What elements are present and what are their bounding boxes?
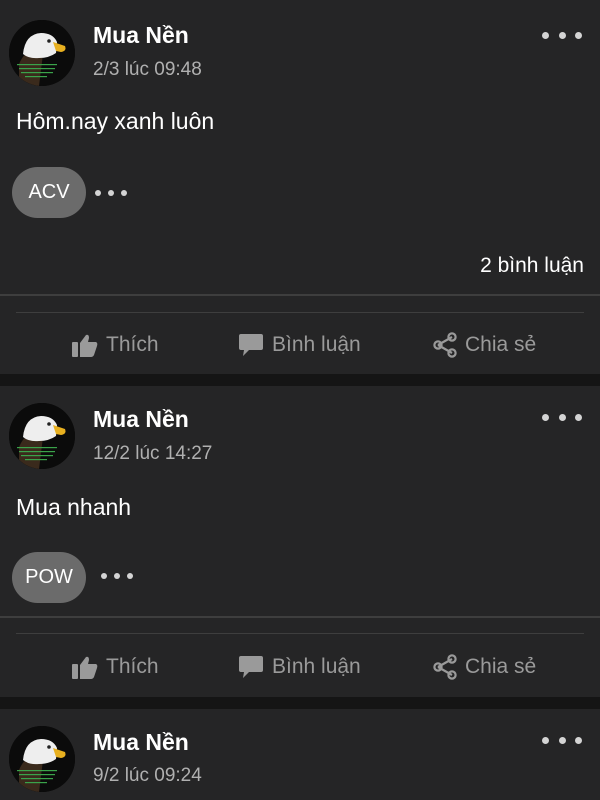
thumbs-up-icon: [72, 656, 98, 679]
like-button[interactable]: Thích: [72, 315, 159, 375]
like-label: Thích: [106, 333, 159, 356]
eagle-avatar-icon: [9, 403, 75, 469]
post-time[interactable]: 9/2 lúc 09:24: [93, 765, 202, 787]
speech-bubble-icon: [239, 334, 263, 356]
more-options-icon[interactable]: [542, 408, 582, 426]
like-button[interactable]: Thích: [72, 637, 159, 697]
speech-bubble-icon: [239, 656, 263, 678]
post-content: Mua nhanh: [16, 494, 132, 520]
divider: [16, 312, 584, 313]
more-options-icon[interactable]: [542, 26, 582, 44]
share-label: Chia sẻ: [465, 333, 537, 356]
avatar[interactable]: [9, 20, 75, 86]
stock-tag[interactable]: ACV: [12, 167, 86, 218]
stock-tag[interactable]: POW: [12, 552, 86, 603]
share-button[interactable]: Chia sẻ: [433, 637, 536, 697]
post-card: Mua Nền 2/3 lúc 09:48 Hôm.nay xanh luôn …: [0, 0, 600, 374]
avatar[interactable]: [9, 403, 75, 469]
comment-label: Bình luận: [272, 655, 361, 678]
tag-more-icon[interactable]: [101, 571, 133, 580]
action-bar: Thích Bình luận Chia sẻ: [0, 637, 600, 697]
divider: [0, 616, 600, 618]
more-options-icon[interactable]: [542, 731, 582, 749]
eagle-avatar-icon: [9, 726, 75, 792]
like-label: Thích: [106, 655, 159, 678]
divider: [0, 294, 600, 296]
comment-button[interactable]: Bình luận: [238, 315, 361, 375]
avatar[interactable]: [9, 726, 75, 792]
post-content: Hôm.nay xanh luôn: [16, 108, 215, 134]
tag-more-icon[interactable]: [95, 188, 127, 197]
share-icon: [433, 654, 457, 680]
share-button[interactable]: Chia sẻ: [433, 315, 536, 375]
thumbs-up-icon: [72, 334, 98, 357]
share-icon: [433, 332, 457, 358]
post-author[interactable]: Mua Nền: [93, 729, 189, 756]
divider: [16, 633, 584, 634]
post-author[interactable]: Mua Nền: [93, 406, 189, 433]
comment-button[interactable]: Bình luận: [238, 637, 361, 697]
comment-count[interactable]: 2 bình luận: [480, 254, 584, 278]
post-time[interactable]: 2/3 lúc 09:48: [93, 59, 202, 81]
post-card: Mua Nền 9/2 lúc 09:24: [0, 709, 600, 800]
share-label: Chia sẻ: [465, 655, 537, 678]
post-author[interactable]: Mua Nền: [93, 22, 189, 49]
post-card: Mua Nền 12/2 lúc 14:27 Mua nhanh POW Thí…: [0, 386, 600, 697]
eagle-avatar-icon: [9, 20, 75, 86]
comment-label: Bình luận: [272, 333, 361, 356]
action-bar: Thích Bình luận Chia sẻ: [0, 315, 600, 375]
post-time[interactable]: 12/2 lúc 14:27: [93, 443, 212, 465]
